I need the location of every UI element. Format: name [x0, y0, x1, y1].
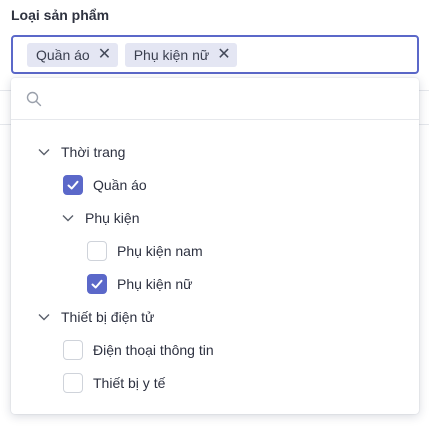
tree-label: Điện thoại thông tin: [93, 342, 214, 358]
tree-item-thiet-bi-y-te[interactable]: Thiết bị y tế: [63, 369, 165, 397]
chevron-down-icon[interactable]: [61, 211, 75, 225]
search-row: [11, 78, 419, 120]
checkbox[interactable]: [63, 373, 83, 393]
search-input[interactable]: [51, 86, 401, 112]
tree-label: Phụ kiện nữ: [117, 276, 193, 292]
tree-group-thiet-bi-dien-tu[interactable]: Thiết bị điện tử: [37, 303, 154, 331]
tree-item-dien-thoai-thong-tin[interactable]: Điện thoại thông tin: [63, 336, 214, 364]
search-icon: [26, 91, 42, 107]
checkbox[interactable]: [63, 340, 83, 360]
selected-chip: Quần áo ✕: [27, 42, 118, 67]
check-icon: [67, 180, 79, 190]
field-label: Loại sản phẩm: [11, 7, 110, 23]
checkbox[interactable]: [63, 175, 83, 195]
selected-chip: Phụ kiện nữ ✕: [124, 42, 238, 67]
tree-group-phu-kien[interactable]: Phụ kiện: [61, 204, 139, 232]
tree-item-quan-ao[interactable]: Quần áo: [63, 171, 147, 199]
checkbox[interactable]: [87, 274, 107, 294]
tree-label: Thiết bị y tế: [93, 375, 166, 391]
chip-label: Quần áo: [36, 46, 90, 63]
checkbox[interactable]: [87, 241, 107, 261]
close-icon[interactable]: ✕: [217, 46, 230, 63]
chevron-down-icon[interactable]: [37, 310, 51, 324]
dropdown-panel: Thời trang Quần áo Phụ kiện Phụ kiện nam…: [11, 78, 419, 414]
tree-item-phu-kien-nam[interactable]: Phụ kiện nam: [87, 237, 203, 265]
chevron-down-icon[interactable]: [37, 145, 51, 159]
tree-label: Thời trang: [61, 144, 126, 160]
tree-label: Thiết bị điện tử: [61, 309, 155, 325]
tree-label: Quần áo: [93, 177, 147, 193]
close-icon[interactable]: ✕: [98, 46, 111, 63]
tree-group-thoi-trang[interactable]: Thời trang: [37, 138, 125, 166]
tree-label: Phụ kiện: [85, 210, 140, 226]
tree-label: Phụ kiện nam: [117, 243, 203, 259]
check-icon: [91, 279, 103, 289]
tree-item-phu-kien-nu[interactable]: Phụ kiện nữ: [87, 270, 193, 298]
chip-label: Phụ kiện nữ: [133, 46, 210, 63]
multi-select-input[interactable]: Quần áo ✕ Phụ kiện nữ ✕: [11, 35, 419, 74]
